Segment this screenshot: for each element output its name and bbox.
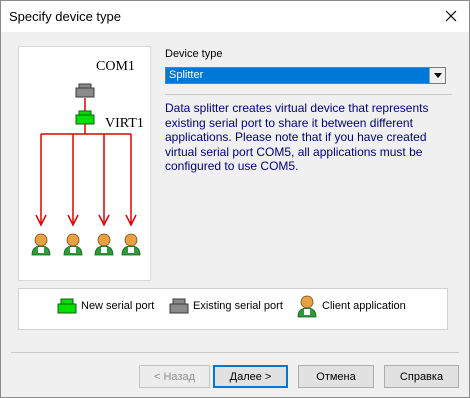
title-bar: Specify device type xyxy=(1,1,469,32)
dialog-window: Specify device type COM1 VIRT1 Device ty… xyxy=(0,0,470,398)
client-icon xyxy=(94,233,114,256)
legend-new-port: New serial port xyxy=(57,297,154,315)
description-divider xyxy=(165,94,452,95)
window-title: Specify device type xyxy=(9,9,122,24)
client-icon xyxy=(63,233,83,256)
client-icon xyxy=(297,295,317,318)
split-arrows xyxy=(35,124,137,227)
close-icon xyxy=(445,10,457,22)
device-type-select[interactable]: Splitter xyxy=(165,67,446,84)
legend-panel: New serial port Existing serial port Cli… xyxy=(18,288,448,330)
virt1-label: VIRT1 xyxy=(105,116,144,131)
chevron-down-icon xyxy=(433,73,442,78)
virt1-port-icon xyxy=(75,110,95,125)
legend-existing-port: Existing serial port xyxy=(169,297,283,315)
device-type-label: Device type xyxy=(165,48,223,60)
new-port-icon xyxy=(57,298,77,314)
cancel-button[interactable]: Отмена xyxy=(298,365,374,388)
com1-port-icon xyxy=(75,83,95,98)
button-divider xyxy=(11,352,459,353)
legend-client-app-label: Client application xyxy=(322,300,406,312)
device-type-value: Splitter xyxy=(169,69,204,81)
back-button[interactable]: < Назад xyxy=(139,365,210,388)
diagram-graphic: COM1 VIRT1 xyxy=(31,59,144,256)
dialog-content: COM1 VIRT1 Device type Splitter Data spl… xyxy=(1,32,469,397)
existing-port-icon xyxy=(169,298,189,314)
client-icon xyxy=(31,233,51,256)
splitter-diagram: COM1 VIRT1 xyxy=(18,46,151,281)
dropdown-button[interactable] xyxy=(429,68,445,83)
client-icon xyxy=(121,233,141,256)
next-button[interactable]: Далее > xyxy=(213,365,288,388)
legend-existing-port-label: Existing serial port xyxy=(193,300,283,312)
close-button[interactable] xyxy=(439,4,463,28)
com1-label: COM1 xyxy=(96,59,135,74)
legend-new-port-label: New serial port xyxy=(81,300,155,312)
description-text: Data splitter creates virtual device tha… xyxy=(165,101,429,173)
legend-client-app: Client application xyxy=(296,294,406,318)
help-button[interactable]: Справка xyxy=(384,365,459,388)
